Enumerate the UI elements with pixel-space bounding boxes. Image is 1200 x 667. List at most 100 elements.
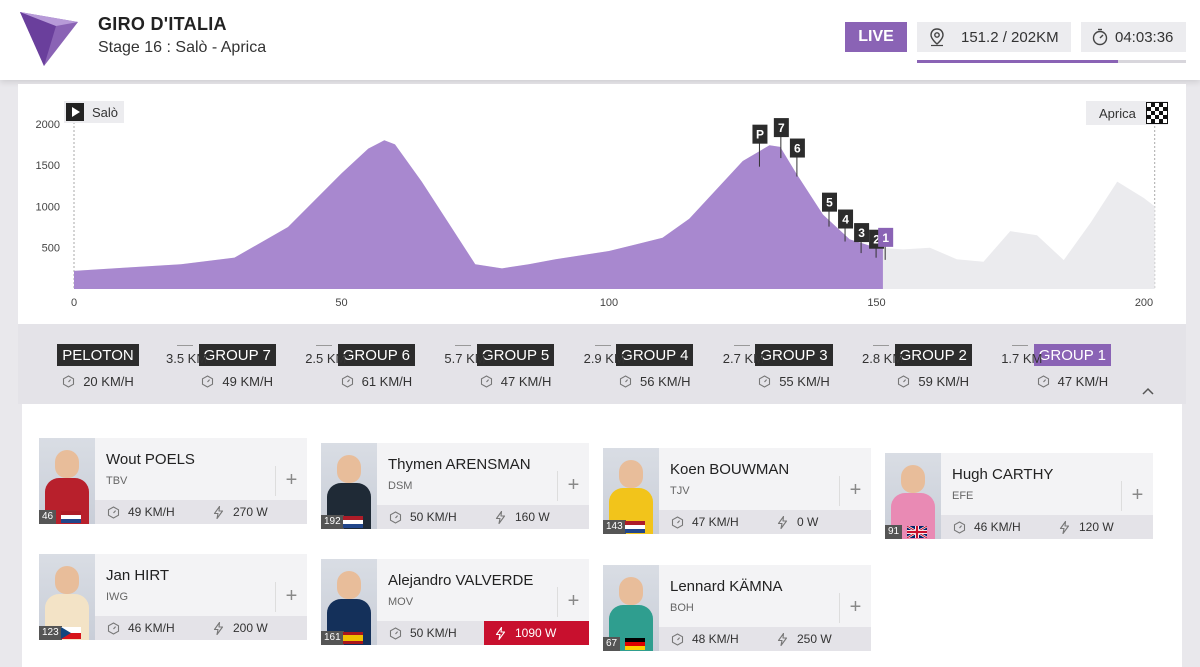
rider-speed: 47 KM/H (671, 510, 739, 534)
speed-icon (671, 632, 684, 646)
add-rider-plus-icon[interactable]: + (1121, 481, 1153, 511)
group-gap: 5.7 KM (444, 345, 486, 366)
finish-marker: Aprica (1086, 101, 1168, 125)
rider-number: 123 (39, 626, 62, 640)
rider-card[interactable]: 91 Hugh CARTHY EFE +46 KM/H 120 W (885, 453, 1153, 539)
group-peloton[interactable]: PELOTON 20 KM/H (43, 344, 153, 389)
y-tick-label: 1000 (36, 201, 60, 213)
group-speed: 56 KM/H (600, 374, 710, 389)
rider-speed-value: 50 KM/H (410, 510, 457, 524)
group-name: GROUP 6 (337, 344, 416, 366)
rider-power-value: 160 W (515, 510, 550, 524)
speed-icon (202, 375, 214, 388)
distance-value: 151.2 / 202KM (961, 28, 1059, 46)
x-tick-label: 50 (335, 297, 347, 309)
rider-power: 120 W (1048, 515, 1153, 539)
y-tick-label: 500 (42, 243, 60, 255)
rider-name: Jan HIRT (106, 567, 170, 584)
speed-icon (107, 505, 120, 519)
rider-name: Alejandro VALVERDE (388, 572, 534, 589)
power-bolt-icon (495, 626, 506, 640)
finish-label: Aprica (1099, 105, 1136, 121)
group-gap: 3.5 KM (166, 345, 208, 366)
speed-icon (107, 621, 120, 635)
rider-card[interactable]: 67 Lennard KÄMNA BOH +48 KM/H 250 W (603, 565, 871, 651)
top-header: GIRO D'ITALIA Stage 16 : Salò - Aprica L… (0, 0, 1200, 80)
rider-name: Wout POELS (106, 451, 195, 468)
group-gap: 2.7 KM (722, 345, 764, 366)
stage-profile-chart: 2000 1500 1000 500 0 50 100 150 200 P 7 6 5 4 3 2 1 Salò… (18, 84, 1186, 324)
rider-photo: 161 (321, 559, 377, 645)
rider-name: Koen BOUWMAN (670, 461, 790, 478)
rider-power-value: 120 W (1079, 520, 1114, 534)
rider-power: 1090 W (484, 621, 589, 645)
group-name: PELOTON (57, 344, 139, 366)
speed-icon (619, 375, 632, 388)
rider-power: 160 W (484, 505, 589, 529)
add-rider-plus-icon[interactable]: + (275, 466, 307, 496)
rider-name: Thymen ARENSMAN (388, 456, 531, 473)
stage-title: Stage 16 : Salò - Aprica (98, 39, 267, 56)
rider-card[interactable]: 192 Thymen ARENSMAN DSM +50 KM/H 160 W (321, 443, 589, 529)
nation-flag-icon (61, 511, 81, 523)
speed-icon (953, 520, 966, 534)
rider-card[interactable]: 46 Wout POELS TBV +49 KM/H 270 W (39, 438, 307, 524)
group-speed-value: 47 KM/H (500, 374, 552, 389)
rider-speed: 49 KM/H (107, 500, 175, 524)
rider-card[interactable]: 143 Koen BOUWMAN TJV +47 KM/H 0 W (603, 448, 871, 534)
collapse-chevron-up-icon[interactable] (1142, 386, 1154, 398)
start-label: Salò (92, 104, 119, 120)
rider-number: 91 (885, 525, 903, 539)
group-speed-value: 20 KM/H (83, 374, 134, 389)
x-tick-label: 0 (71, 297, 77, 309)
speed-icon (898, 375, 910, 388)
rider-power-value: 250 W (797, 632, 832, 646)
rider-photo: 192 (321, 443, 377, 529)
group-name: GROUP 7 (198, 344, 276, 366)
nation-flag-icon (61, 627, 81, 639)
speed-icon (389, 510, 402, 524)
nation-flag-icon (625, 521, 645, 533)
group-flag-label: 1 (882, 231, 889, 245)
giro-logo (20, 12, 78, 66)
group-name: GROUP 3 (755, 344, 833, 366)
rider-photo: 91 (885, 453, 941, 539)
group-speed-value: 47 KM/H (1057, 374, 1109, 389)
group-gap: 2.5 KM (305, 345, 347, 366)
play-icon (66, 103, 84, 121)
rider-name: Lennard KÄMNA (670, 578, 783, 595)
speed-icon (341, 375, 353, 388)
add-rider-plus-icon[interactable]: + (275, 582, 307, 612)
group-flag-label: 3 (858, 226, 865, 240)
rider-card[interactable]: 123 Jan HIRT IWG +46 KM/H 200 W (39, 554, 307, 640)
nation-flag-icon (343, 516, 363, 528)
rider-speed-value: 46 KM/H (974, 520, 1021, 534)
group-name: GROUP 4 (616, 344, 694, 366)
location-pin-icon (930, 28, 944, 47)
add-rider-plus-icon[interactable]: + (839, 476, 871, 506)
start-marker: Salò (64, 101, 125, 123)
rider-photo: 143 (603, 448, 659, 534)
group-name: GROUP 2 (894, 344, 972, 366)
speed-icon (480, 375, 492, 388)
add-rider-plus-icon[interactable]: + (839, 593, 871, 623)
elapsed-time-indicator: 04:03:36 (1081, 22, 1186, 52)
add-rider-plus-icon[interactable]: + (557, 587, 589, 617)
rider-card[interactable]: 161 Alejandro VALVERDE MOV +50 KM/H 1090 W (321, 559, 589, 645)
rider-stats: 50 KM/H 1090 W (377, 621, 589, 645)
group-flag-label: 7 (778, 121, 785, 135)
rider-team: DSM (388, 480, 413, 492)
group-name: GROUP 5 (476, 344, 555, 366)
group-speed: 59 KM/H (878, 374, 988, 389)
rider-stats: 46 KM/H 120 W (941, 515, 1153, 539)
rider-power: 250 W (766, 627, 871, 651)
power-bolt-icon (213, 621, 224, 635)
group-speed-value: 59 KM/H (918, 374, 969, 389)
live-badge[interactable]: LIVE (845, 22, 907, 52)
race-groups-bar: PELOTON 20 KM/H GROUP 7 49 KM/H GROUP 6 61 KM… (18, 324, 1186, 404)
nation-flag-icon (907, 526, 927, 538)
rider-power: 270 W (202, 500, 307, 524)
add-rider-plus-icon[interactable]: + (557, 471, 589, 501)
elevation-profile: 2000150010005000 50 100 150 200P 76543 2 1 (36, 118, 1156, 309)
rider-number: 161 (321, 631, 344, 645)
